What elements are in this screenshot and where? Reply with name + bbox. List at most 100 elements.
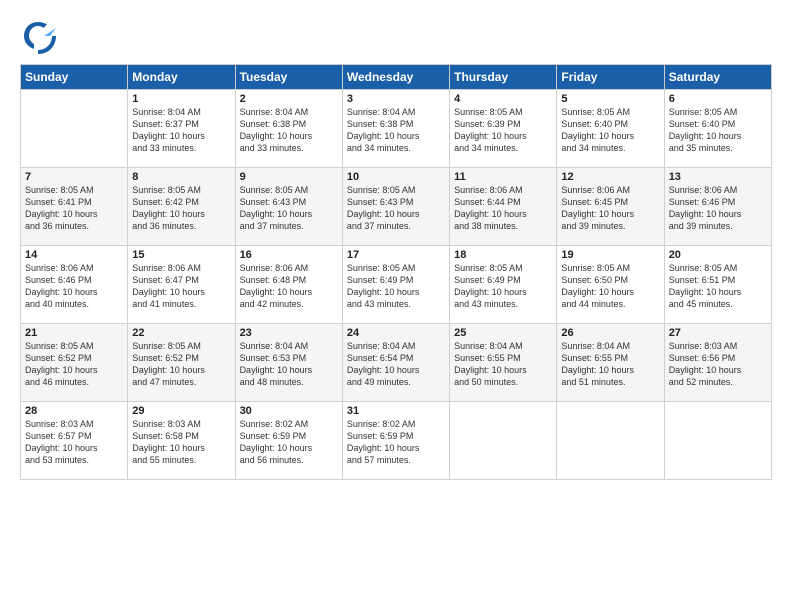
- day-info: Sunrise: 8:04 AM Sunset: 6:54 PM Dayligh…: [347, 340, 445, 389]
- day-number: 28: [25, 405, 123, 417]
- day-number: 10: [347, 171, 445, 183]
- weekday-header-thursday: Thursday: [450, 65, 557, 90]
- week-row-2: 7Sunrise: 8:05 AM Sunset: 6:41 PM Daylig…: [21, 168, 772, 246]
- calendar-cell: 6Sunrise: 8:05 AM Sunset: 6:40 PM Daylig…: [664, 90, 771, 168]
- day-info: Sunrise: 8:05 AM Sunset: 6:50 PM Dayligh…: [561, 262, 659, 311]
- calendar-cell: 7Sunrise: 8:05 AM Sunset: 6:41 PM Daylig…: [21, 168, 128, 246]
- day-number: 23: [240, 327, 338, 339]
- weekday-header-row: SundayMondayTuesdayWednesdayThursdayFrid…: [21, 65, 772, 90]
- page: SundayMondayTuesdayWednesdayThursdayFrid…: [0, 0, 792, 490]
- week-row-4: 21Sunrise: 8:05 AM Sunset: 6:52 PM Dayli…: [21, 324, 772, 402]
- day-number: 26: [561, 327, 659, 339]
- day-number: 2: [240, 93, 338, 105]
- day-number: 8: [132, 171, 230, 183]
- day-info: Sunrise: 8:05 AM Sunset: 6:52 PM Dayligh…: [132, 340, 230, 389]
- calendar-cell: 18Sunrise: 8:05 AM Sunset: 6:49 PM Dayli…: [450, 246, 557, 324]
- calendar-cell: [450, 402, 557, 480]
- day-number: 19: [561, 249, 659, 261]
- day-info: Sunrise: 8:03 AM Sunset: 6:57 PM Dayligh…: [25, 418, 123, 467]
- day-number: 6: [669, 93, 767, 105]
- calendar-cell: 21Sunrise: 8:05 AM Sunset: 6:52 PM Dayli…: [21, 324, 128, 402]
- calendar-cell: 22Sunrise: 8:05 AM Sunset: 6:52 PM Dayli…: [128, 324, 235, 402]
- day-number: 17: [347, 249, 445, 261]
- calendar-cell: 20Sunrise: 8:05 AM Sunset: 6:51 PM Dayli…: [664, 246, 771, 324]
- day-info: Sunrise: 8:05 AM Sunset: 6:51 PM Dayligh…: [669, 262, 767, 311]
- day-info: Sunrise: 8:05 AM Sunset: 6:42 PM Dayligh…: [132, 184, 230, 233]
- day-info: Sunrise: 8:04 AM Sunset: 6:37 PM Dayligh…: [132, 106, 230, 155]
- day-info: Sunrise: 8:04 AM Sunset: 6:55 PM Dayligh…: [454, 340, 552, 389]
- day-info: Sunrise: 8:06 AM Sunset: 6:47 PM Dayligh…: [132, 262, 230, 311]
- calendar-cell: 31Sunrise: 8:02 AM Sunset: 6:59 PM Dayli…: [342, 402, 449, 480]
- calendar-cell: 26Sunrise: 8:04 AM Sunset: 6:55 PM Dayli…: [557, 324, 664, 402]
- day-number: 7: [25, 171, 123, 183]
- weekday-header-tuesday: Tuesday: [235, 65, 342, 90]
- weekday-header-sunday: Sunday: [21, 65, 128, 90]
- calendar-cell: 4Sunrise: 8:05 AM Sunset: 6:39 PM Daylig…: [450, 90, 557, 168]
- day-number: 9: [240, 171, 338, 183]
- calendar-cell: 29Sunrise: 8:03 AM Sunset: 6:58 PM Dayli…: [128, 402, 235, 480]
- day-info: Sunrise: 8:06 AM Sunset: 6:46 PM Dayligh…: [25, 262, 123, 311]
- day-number: 3: [347, 93, 445, 105]
- day-info: Sunrise: 8:05 AM Sunset: 6:41 PM Dayligh…: [25, 184, 123, 233]
- calendar-cell: 14Sunrise: 8:06 AM Sunset: 6:46 PM Dayli…: [21, 246, 128, 324]
- calendar-cell: 11Sunrise: 8:06 AM Sunset: 6:44 PM Dayli…: [450, 168, 557, 246]
- calendar-cell: 23Sunrise: 8:04 AM Sunset: 6:53 PM Dayli…: [235, 324, 342, 402]
- calendar-table: SundayMondayTuesdayWednesdayThursdayFrid…: [20, 64, 772, 480]
- calendar-cell: 25Sunrise: 8:04 AM Sunset: 6:55 PM Dayli…: [450, 324, 557, 402]
- day-info: Sunrise: 8:04 AM Sunset: 6:38 PM Dayligh…: [347, 106, 445, 155]
- day-info: Sunrise: 8:06 AM Sunset: 6:45 PM Dayligh…: [561, 184, 659, 233]
- weekday-header-monday: Monday: [128, 65, 235, 90]
- calendar-cell: [664, 402, 771, 480]
- day-number: 14: [25, 249, 123, 261]
- calendar-cell: 9Sunrise: 8:05 AM Sunset: 6:43 PM Daylig…: [235, 168, 342, 246]
- weekday-header-friday: Friday: [557, 65, 664, 90]
- day-number: 18: [454, 249, 552, 261]
- calendar-cell: 30Sunrise: 8:02 AM Sunset: 6:59 PM Dayli…: [235, 402, 342, 480]
- day-info: Sunrise: 8:05 AM Sunset: 6:40 PM Dayligh…: [561, 106, 659, 155]
- day-number: 29: [132, 405, 230, 417]
- calendar-cell: 19Sunrise: 8:05 AM Sunset: 6:50 PM Dayli…: [557, 246, 664, 324]
- calendar-cell: 27Sunrise: 8:03 AM Sunset: 6:56 PM Dayli…: [664, 324, 771, 402]
- day-info: Sunrise: 8:05 AM Sunset: 6:39 PM Dayligh…: [454, 106, 552, 155]
- day-info: Sunrise: 8:06 AM Sunset: 6:48 PM Dayligh…: [240, 262, 338, 311]
- week-row-3: 14Sunrise: 8:06 AM Sunset: 6:46 PM Dayli…: [21, 246, 772, 324]
- day-info: Sunrise: 8:06 AM Sunset: 6:44 PM Dayligh…: [454, 184, 552, 233]
- day-number: 16: [240, 249, 338, 261]
- day-number: 27: [669, 327, 767, 339]
- day-info: Sunrise: 8:05 AM Sunset: 6:52 PM Dayligh…: [25, 340, 123, 389]
- day-info: Sunrise: 8:05 AM Sunset: 6:40 PM Dayligh…: [669, 106, 767, 155]
- calendar-cell: 15Sunrise: 8:06 AM Sunset: 6:47 PM Dayli…: [128, 246, 235, 324]
- day-info: Sunrise: 8:05 AM Sunset: 6:49 PM Dayligh…: [347, 262, 445, 311]
- calendar-cell: 13Sunrise: 8:06 AM Sunset: 6:46 PM Dayli…: [664, 168, 771, 246]
- day-number: 12: [561, 171, 659, 183]
- day-info: Sunrise: 8:05 AM Sunset: 6:49 PM Dayligh…: [454, 262, 552, 311]
- calendar-cell: 24Sunrise: 8:04 AM Sunset: 6:54 PM Dayli…: [342, 324, 449, 402]
- day-number: 4: [454, 93, 552, 105]
- weekday-header-saturday: Saturday: [664, 65, 771, 90]
- day-info: Sunrise: 8:04 AM Sunset: 6:38 PM Dayligh…: [240, 106, 338, 155]
- calendar-cell: 3Sunrise: 8:04 AM Sunset: 6:38 PM Daylig…: [342, 90, 449, 168]
- day-number: 22: [132, 327, 230, 339]
- day-number: 31: [347, 405, 445, 417]
- day-number: 24: [347, 327, 445, 339]
- calendar-cell: 2Sunrise: 8:04 AM Sunset: 6:38 PM Daylig…: [235, 90, 342, 168]
- header: [20, 18, 772, 54]
- day-info: Sunrise: 8:02 AM Sunset: 6:59 PM Dayligh…: [347, 418, 445, 467]
- day-info: Sunrise: 8:03 AM Sunset: 6:58 PM Dayligh…: [132, 418, 230, 467]
- weekday-header-wednesday: Wednesday: [342, 65, 449, 90]
- calendar-cell: 1Sunrise: 8:04 AM Sunset: 6:37 PM Daylig…: [128, 90, 235, 168]
- day-info: Sunrise: 8:03 AM Sunset: 6:56 PM Dayligh…: [669, 340, 767, 389]
- week-row-5: 28Sunrise: 8:03 AM Sunset: 6:57 PM Dayli…: [21, 402, 772, 480]
- calendar-cell: 17Sunrise: 8:05 AM Sunset: 6:49 PM Dayli…: [342, 246, 449, 324]
- day-info: Sunrise: 8:04 AM Sunset: 6:55 PM Dayligh…: [561, 340, 659, 389]
- calendar-cell: 28Sunrise: 8:03 AM Sunset: 6:57 PM Dayli…: [21, 402, 128, 480]
- day-number: 21: [25, 327, 123, 339]
- logo: [20, 18, 60, 54]
- day-number: 1: [132, 93, 230, 105]
- day-number: 20: [669, 249, 767, 261]
- day-info: Sunrise: 8:05 AM Sunset: 6:43 PM Dayligh…: [240, 184, 338, 233]
- calendar-cell: 8Sunrise: 8:05 AM Sunset: 6:42 PM Daylig…: [128, 168, 235, 246]
- logo-icon: [20, 18, 56, 54]
- day-number: 11: [454, 171, 552, 183]
- week-row-1: 1Sunrise: 8:04 AM Sunset: 6:37 PM Daylig…: [21, 90, 772, 168]
